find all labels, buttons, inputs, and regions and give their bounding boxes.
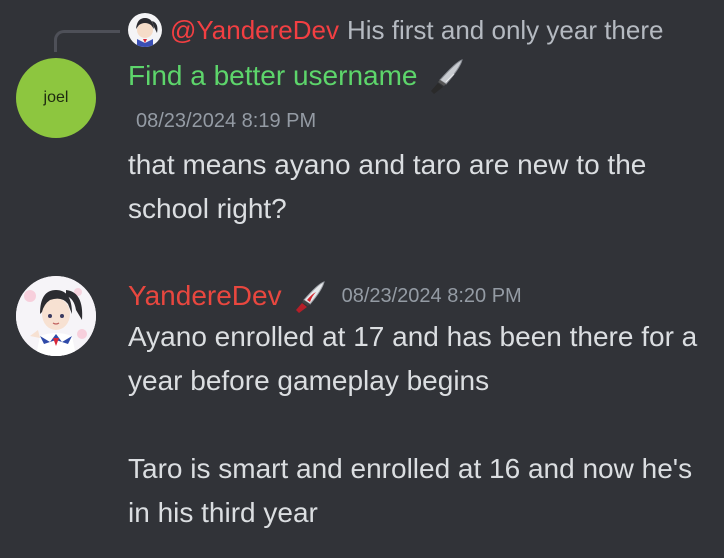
message2-paragraph-1: Ayano enrolled at 17 and has been there … — [128, 321, 698, 396]
reply-avatar[interactable] — [128, 13, 162, 47]
message1-username[interactable]: Find a better username — [128, 60, 418, 92]
message2-header: YandereDev 08/23/2024 8:20 PM — [128, 274, 522, 318]
avatar-label: joel — [43, 89, 69, 106]
message1-header: Find a better username — [128, 56, 466, 96]
bloody-knife-icon — [295, 281, 325, 313]
message2-paragraph-2: Taro is smart and enrolled at 16 and now… — [128, 453, 693, 528]
reply-username[interactable]: @YandereDev — [170, 15, 339, 46]
anime-avatar-icon — [16, 276, 96, 356]
chat-view: @YandereDev His first and only year ther… — [0, 0, 724, 558]
knife-icon — [430, 59, 463, 94]
reply-preview[interactable]: @YandereDev His first and only year ther… — [128, 10, 663, 50]
reply-text[interactable]: His first and only year there — [347, 15, 663, 46]
avatar-joel[interactable]: joel — [16, 58, 96, 138]
message1-timestamp: 08/23/2024 8:19 PM — [136, 110, 317, 132]
message2-timestamp: 08/23/2024 8:20 PM — [341, 284, 522, 307]
message1-text: that means ayano and taro are new to the… — [128, 149, 647, 224]
avatar-yanderedev[interactable] — [16, 276, 96, 356]
message2-username[interactable]: YandereDev — [128, 280, 282, 312]
reply-connector — [54, 30, 120, 52]
anime-avatar-icon — [128, 13, 162, 47]
